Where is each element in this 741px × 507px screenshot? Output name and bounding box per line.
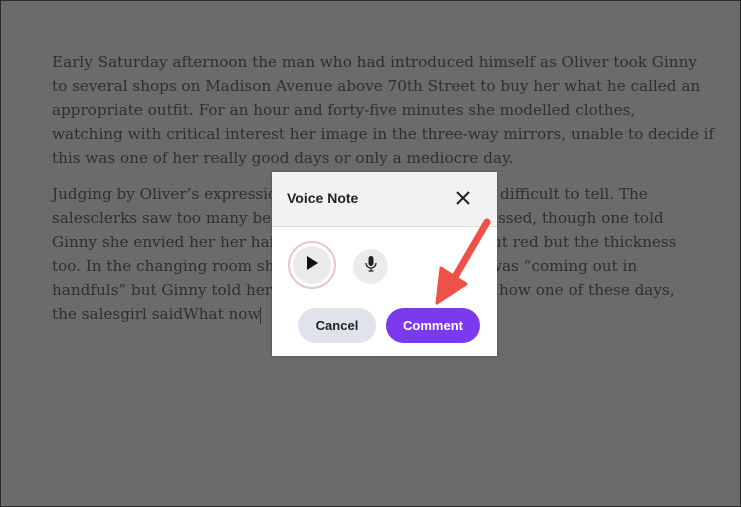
annotation-arrow (435, 218, 491, 305)
